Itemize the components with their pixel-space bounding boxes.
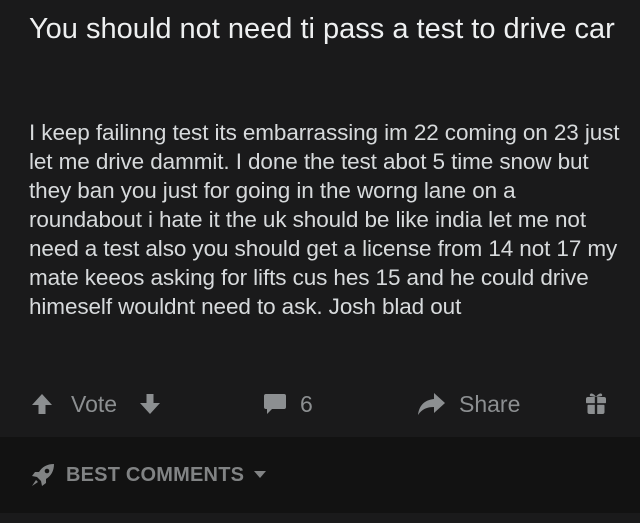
bottom-divider	[0, 513, 640, 523]
share-button[interactable]	[416, 384, 446, 424]
post-action-bar: Vote 6 Share	[0, 384, 640, 424]
post-title[interactable]: You should not need ti pass a test to dr…	[29, 10, 619, 49]
share-arrow-icon	[418, 393, 445, 415]
post-card: You should not need ti pass a test to dr…	[0, 0, 640, 437]
share-label[interactable]: Share	[459, 384, 520, 424]
arrow-up-icon	[32, 394, 52, 414]
post-body: I keep failinng test its embarrassing im…	[29, 120, 620, 319]
sort-label: BEST COMMENTS	[66, 463, 245, 486]
comment-bubble-icon	[264, 394, 286, 414]
comments-sort-bar: BEST COMMENTS	[0, 437, 640, 513]
gift-icon	[586, 393, 606, 414]
downvote-button[interactable]	[138, 384, 162, 424]
comment-sort-dropdown[interactable]: BEST COMMENTS	[30, 461, 267, 489]
comments-button[interactable]	[262, 384, 288, 424]
award-button[interactable]	[584, 384, 608, 424]
vote-label: Vote	[71, 390, 118, 417]
rocket-icon	[32, 464, 54, 486]
arrow-down-icon	[140, 394, 160, 414]
comment-count[interactable]: 6	[300, 384, 313, 424]
chevron-down-icon	[254, 471, 267, 478]
upvote-button[interactable]	[30, 384, 54, 424]
